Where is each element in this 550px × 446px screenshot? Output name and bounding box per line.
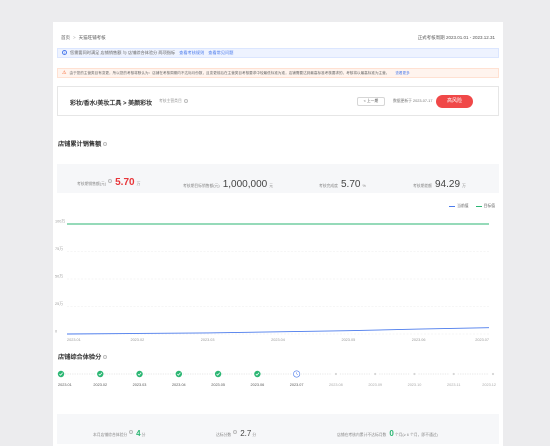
x-tick-label: 2023.01 xyxy=(67,338,81,342)
previous-period-button[interactable]: < 上一期 xyxy=(357,97,385,106)
assessment-period: 正式考核周期 2023.01.01 - 2023.12.31 xyxy=(418,35,495,41)
info-bar: i 您需要同时满足 店铺销售额 与 店铺综合体验分 两项指标 查看考核规则 查看常见问… xyxy=(57,48,499,58)
x-tick-label: 2023.02 xyxy=(130,338,144,342)
breadcrumb-current: 天猫旺铺考核 xyxy=(78,35,106,40)
pending-dot-icon xyxy=(413,372,416,376)
current-score: 本月店铺综合体验分 4分 xyxy=(93,429,146,438)
info-icon: i xyxy=(62,50,67,56)
experience-summary: 本月店铺综合体验分 4分 达标分数 2.7分 店铺在考核内累计不达标月数 0个月(≥ … xyxy=(57,414,499,444)
question-icon[interactable] xyxy=(103,355,108,360)
target-score: 达标分数 2.7分 xyxy=(216,429,257,438)
y-tick-label: 100万 xyxy=(55,220,65,224)
x-tick-label: 2023.04 xyxy=(271,338,285,342)
y-tick-label: 75万 xyxy=(55,247,63,251)
check-circle-icon xyxy=(57,370,65,378)
timeline-month-label[interactable]: 2023.01 xyxy=(58,383,72,387)
chevron-right-icon: > xyxy=(73,35,76,40)
check-circle-icon xyxy=(97,370,104,378)
question-icon[interactable] xyxy=(103,142,108,147)
timeline-month-label[interactable]: 2023.04 xyxy=(172,383,186,387)
question-icon[interactable] xyxy=(129,429,134,434)
sales-section-title: 店铺累计销售额 xyxy=(58,139,108,148)
pending-dot-icon xyxy=(491,372,495,376)
timeline-month-label[interactable]: 2023.02 xyxy=(93,383,107,387)
timeline-month-label[interactable]: 2023.11 xyxy=(447,383,460,387)
timeline-month-label[interactable]: 2023.08 xyxy=(329,383,343,387)
warning-bar: ⚠ 由于您的主营类目有变更，所以您的考核将默认为：店铺在考核周期内不达标月份数，且… xyxy=(57,68,499,78)
series-line xyxy=(66,327,490,335)
warning-text: 由于您的主营类目有变更，所以您的考核将默认为：店铺在考核周期内不达标月份数，且变… xyxy=(69,71,390,75)
y-tick-label: 0 xyxy=(55,330,57,334)
warning-icon: ⚠ xyxy=(62,70,67,76)
check-circle-icon xyxy=(254,370,261,378)
timeline-month-label[interactable]: 2023.09 xyxy=(368,383,382,387)
timeline-month-label[interactable]: 2023.06 xyxy=(250,383,264,387)
rules-link[interactable]: 查看考核规则 xyxy=(179,50,204,55)
shop-category-name: 彩妆/香水/美妆工具 > 美颜彩妆 xyxy=(70,101,153,107)
metric-completion: 考核完成度 5.70% xyxy=(319,179,366,190)
shop-category-panel: 彩妆/香水/美妆工具 > 美颜彩妆 考核主营类目 < 上一期 数据更新于 202… xyxy=(57,86,499,116)
timeline-month-label[interactable]: 2023.03 xyxy=(133,383,147,387)
question-icon[interactable] xyxy=(183,99,188,103)
y-tick-label: 50万 xyxy=(55,275,63,279)
period-range: 2023.01.01 - 2023.12.31 xyxy=(445,35,495,40)
question-icon[interactable] xyxy=(108,178,113,183)
sales-line-chart: 0 25万 50万 75万 100万 2023.01 2023.02 2023.03 2023… xyxy=(55,220,490,342)
breadcrumb-home[interactable]: 首页 xyxy=(61,35,70,40)
pending-dot-icon xyxy=(452,372,455,376)
timeline-month-label[interactable]: 2023.10 xyxy=(408,383,422,387)
warning-more-link[interactable]: 查看更多 xyxy=(395,71,409,75)
fail-months: 店铺在考核内累计不达标月数 0个月(≥ 6 个月，即不通过) xyxy=(337,429,438,438)
shop-category-tag: 考核主营类目 xyxy=(159,99,188,104)
breadcrumb: 首页 > 天猫旺铺考核 xyxy=(61,35,106,41)
pending-dot-icon xyxy=(374,372,377,376)
timeline-month-label[interactable]: 2023.05 xyxy=(211,383,225,387)
question-icon[interactable] xyxy=(233,429,238,434)
period-label: 正式考核周期 xyxy=(417,35,445,40)
faq-link[interactable]: 查看常见问题 xyxy=(208,50,233,55)
check-circle-icon xyxy=(175,370,183,378)
monthly-timeline: 2023.01 2023.02 2023.03 2023.04 2023.05 2023.… xyxy=(57,370,496,387)
assessment-card: 首页 > 天猫旺铺考核 正式考核周期 2023.01.01 - 2023.12.31… xyxy=(53,22,503,446)
check-circle-icon xyxy=(214,370,222,378)
timeline-month-label[interactable]: 2023.07 xyxy=(290,383,304,387)
info-text: 您需要同时满足 店铺销售额 与 店铺综合体验分 两项指标 xyxy=(70,50,176,55)
metric-target-sales: 考核期目标销售额(元) 1,000,000 元 xyxy=(183,179,273,190)
data-update-time: 数据更新于 2023-07-17 xyxy=(393,99,433,103)
pending-dot-icon xyxy=(334,372,338,376)
check-circle-icon xyxy=(136,370,143,378)
x-tick-label: 2023.07 xyxy=(475,338,489,342)
experience-section-title: 店铺综合体验分 xyxy=(58,352,108,361)
metric-gap: 考核期差额 94.29 万 xyxy=(413,179,466,190)
x-tick-label: 2023.05 xyxy=(341,338,355,342)
x-tick-label: 2023.06 xyxy=(412,338,426,342)
y-tick-label: 25万 xyxy=(55,302,63,306)
risk-status-button[interactable]: 高风险 xyxy=(436,95,473,108)
timeline-month-label[interactable]: 2023.12 xyxy=(482,383,496,387)
metric-sales: 考核期销售额(元) 5.70 万 xyxy=(77,177,141,188)
legend-line-icon xyxy=(449,205,456,207)
legend-line-icon xyxy=(475,205,482,207)
sales-metrics: 考核期销售额(元) 5.70 万 考核期目标销售额(元) 1,000,000 元 考核完… xyxy=(57,164,499,193)
x-tick-label: 2023.03 xyxy=(201,338,215,342)
